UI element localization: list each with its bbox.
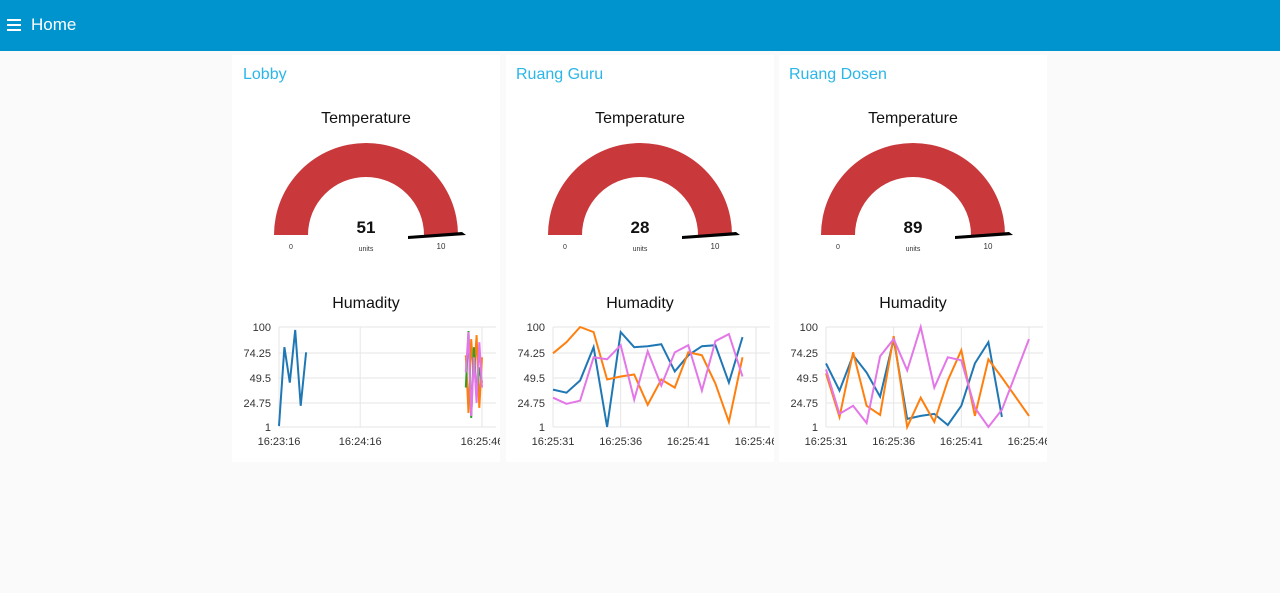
- y-tick-label: 24.75: [790, 398, 818, 410]
- gauge-units: units: [633, 246, 648, 253]
- y-tick-label: 49.5: [524, 373, 545, 385]
- page-title: Home: [31, 15, 77, 34]
- group-title: Ruang Guru: [516, 66, 604, 83]
- hamburger-menu-icon[interactable]: [6, 17, 22, 33]
- y-tick-label: 100: [527, 322, 545, 334]
- y-tick-label: 24.75: [243, 398, 271, 410]
- line-chart: 100 74.25 49.5 24.75 1 16:23:16 16:24:16 16:25:…: [243, 322, 500, 448]
- chart-title: Humadity: [606, 295, 674, 312]
- gauge-value: 51: [357, 218, 376, 237]
- y-tick-label: 100: [800, 322, 818, 334]
- gauge-value: 28: [631, 218, 650, 237]
- gauge-title: Temperature: [595, 110, 685, 127]
- gauge-max: 10: [437, 242, 446, 251]
- gauge-min: 0: [289, 244, 293, 251]
- y-tick-label: 74.25: [790, 348, 818, 360]
- x-tick-label: 16:23:16: [258, 436, 301, 448]
- top-bar: Home: [0, 0, 1280, 51]
- x-tick-label: 16:25:36: [599, 436, 642, 448]
- gauge-max: 10: [984, 242, 993, 251]
- group-card-ruang-dosen: Ruang Dosen Temperature 89 units 0 10 Humad…: [779, 55, 1047, 462]
- gauge-units: units: [906, 246, 921, 253]
- x-tick-label: 16:24:16: [339, 436, 382, 448]
- line-chart: 100 74.25 49.5 24.75 1 16:25:31 16:25:36 16:25:…: [790, 322, 1047, 448]
- y-tick-label: 49.5: [250, 373, 271, 385]
- gauge-value: 89: [904, 218, 923, 237]
- x-tick-label: 16:25:46: [461, 436, 500, 448]
- y-tick-label: 1: [265, 422, 271, 434]
- x-tick-label: 16:25:41: [940, 436, 983, 448]
- x-tick-label: 16:25:31: [532, 436, 575, 448]
- group-title: Ruang Dosen: [789, 66, 887, 83]
- y-tick-label: 100: [253, 322, 271, 334]
- series-line: [825, 323, 1030, 429]
- x-tick-label: 16:25:46: [735, 436, 774, 448]
- x-tick-label: 16:25:36: [872, 436, 915, 448]
- x-tick-label: 16:25:46: [1008, 436, 1047, 448]
- chart-title: Humadity: [332, 295, 400, 312]
- gauge-title: Temperature: [868, 110, 958, 127]
- series-line: [552, 332, 744, 405]
- gauge: 28 units 0 10: [548, 143, 740, 253]
- series-line: [552, 325, 744, 426]
- group-card-ruang-guru: Ruang Guru Temperature 28 units 0 10 Humadi…: [506, 55, 774, 462]
- y-tick-label: 1: [539, 422, 545, 434]
- gauge: 51 units 0 10: [274, 143, 466, 253]
- x-tick-label: 16:25:31: [805, 436, 848, 448]
- y-tick-label: 49.5: [797, 373, 818, 385]
- y-tick-label: 1: [812, 422, 818, 434]
- gauge-max: 10: [711, 242, 720, 251]
- y-tick-label: 74.25: [517, 348, 545, 360]
- gauge-title: Temperature: [321, 110, 411, 127]
- group-title: Lobby: [243, 66, 287, 83]
- group-card-lobby: Lobby Temperature 51 units 0 10 Humadity 10…: [232, 55, 500, 462]
- gauge-units: units: [359, 246, 374, 253]
- x-tick-label: 16:25:41: [667, 436, 710, 448]
- gauge-min: 0: [563, 244, 567, 251]
- gauge-min: 0: [836, 244, 840, 251]
- line-chart: 100 74.25 49.5 24.75 1 16:25:31 16:25:36 16:25:…: [517, 322, 774, 448]
- chart-title: Humadity: [879, 295, 947, 312]
- y-tick-label: 24.75: [517, 398, 545, 410]
- gauge: 89 units 0 10: [821, 143, 1013, 253]
- y-tick-label: 74.25: [243, 348, 271, 360]
